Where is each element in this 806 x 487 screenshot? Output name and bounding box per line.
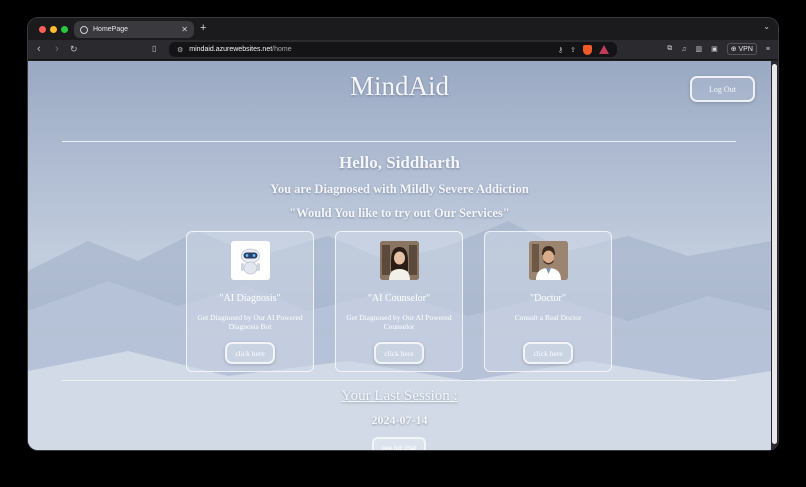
app-title: MindAid xyxy=(349,71,449,101)
vpn-label: VPN xyxy=(738,46,753,53)
close-window-button[interactable] xyxy=(39,26,46,33)
card-description: Get Diagnosed by Our AI Powered Diagnosi… xyxy=(197,313,303,332)
doctor-button[interactable]: click here xyxy=(523,342,573,364)
divider xyxy=(62,380,736,381)
chevron-down-icon[interactable]: ⌄ xyxy=(763,22,770,31)
sidebar-icon[interactable]: ▥ xyxy=(695,45,702,53)
card-title: "Doctor" xyxy=(530,293,566,304)
globe-icon xyxy=(80,25,88,34)
zoom-window-button[interactable] xyxy=(61,26,68,33)
browser-window: HomePage ✕ + ⌄ ‹ › ↻ ▯ ⚙ mindaid.azurewe… xyxy=(28,18,778,450)
ai-counselor-button[interactable]: click here xyxy=(374,342,424,364)
site-settings-icon[interactable]: ⚙ xyxy=(177,46,183,54)
counselor-avatar xyxy=(380,241,419,280)
toolbar: ‹ › ↻ ▯ ⚙ mindaid.azurewebsites.net/home… xyxy=(28,40,778,60)
minimize-window-button[interactable] xyxy=(50,26,57,33)
brave-rewards-icon[interactable] xyxy=(599,45,609,54)
card-title: "AI Diagnosis" xyxy=(219,293,281,304)
scrollbar-thumb[interactable] xyxy=(772,64,777,444)
menu-icon[interactable]: ≡ xyxy=(766,46,770,53)
card-description: Get Diagnosed by Our AI Powered Counselo… xyxy=(346,313,452,332)
wallet-icon[interactable]: ▣ xyxy=(711,45,718,53)
see-full-chat-button[interactable]: see full chat xyxy=(372,437,426,450)
key-icon[interactable]: ⚷ xyxy=(558,46,563,54)
share-icon[interactable]: ⇪ xyxy=(570,46,576,54)
reload-icon[interactable]: ↻ xyxy=(70,44,78,55)
card-description: Consult a Real Doctor xyxy=(514,313,582,322)
card-ai-counselor: "AI Counselor" Get Diagnosed by Our AI P… xyxy=(335,231,463,372)
page-content: MindAid Log Out Hello, Siddharth You are… xyxy=(28,61,771,450)
close-tab-icon[interactable]: ✕ xyxy=(181,25,188,34)
card-ai-diagnosis: "AI Diagnosis" Get Diagnosed by Our AI P… xyxy=(186,231,314,372)
bookmark-icon[interactable]: ▯ xyxy=(152,44,156,53)
extensions-icon[interactable]: ⧉ xyxy=(667,45,672,53)
url-host: mindaid.azurewebsites.net xyxy=(189,46,273,53)
logout-button[interactable]: Log Out xyxy=(690,76,755,102)
doctor-avatar xyxy=(529,241,568,280)
last-session-heading: Your Last Session : xyxy=(341,388,458,404)
last-session-date: 2024-07-14 xyxy=(371,413,428,427)
services-prompt: "Would You like to try out Our Services" xyxy=(289,206,510,220)
ai-diagnosis-button[interactable]: click here xyxy=(225,342,275,364)
tab-title: HomePage xyxy=(93,26,129,33)
media-icon[interactable]: ♫ xyxy=(681,46,686,53)
card-doctor: "Doctor" Consult a Real Doctor click her… xyxy=(484,231,612,372)
tab-bar: HomePage ✕ + ⌄ xyxy=(28,18,778,40)
url-path: /home xyxy=(272,46,292,53)
back-icon[interactable]: ‹ xyxy=(37,43,41,55)
new-tab-icon[interactable]: + xyxy=(200,22,206,34)
divider xyxy=(62,141,736,142)
brave-shields-icon[interactable] xyxy=(583,44,592,55)
card-title: "AI Counselor" xyxy=(367,293,431,304)
scrollbar[interactable] xyxy=(771,61,778,450)
vpn-button[interactable]: ⊕ VPN xyxy=(726,43,757,55)
tab-homepage[interactable]: HomePage ✕ xyxy=(74,21,194,38)
robot-icon xyxy=(231,241,270,280)
forward-icon[interactable]: › xyxy=(55,43,59,55)
greeting: Hello, Siddharth xyxy=(339,153,460,172)
address-bar[interactable]: ⚙ mindaid.azurewebsites.net/home ⚷ ⇪ xyxy=(169,42,617,57)
diagnosis-text: You are Diagnosed with Mildly Severe Add… xyxy=(270,182,529,196)
